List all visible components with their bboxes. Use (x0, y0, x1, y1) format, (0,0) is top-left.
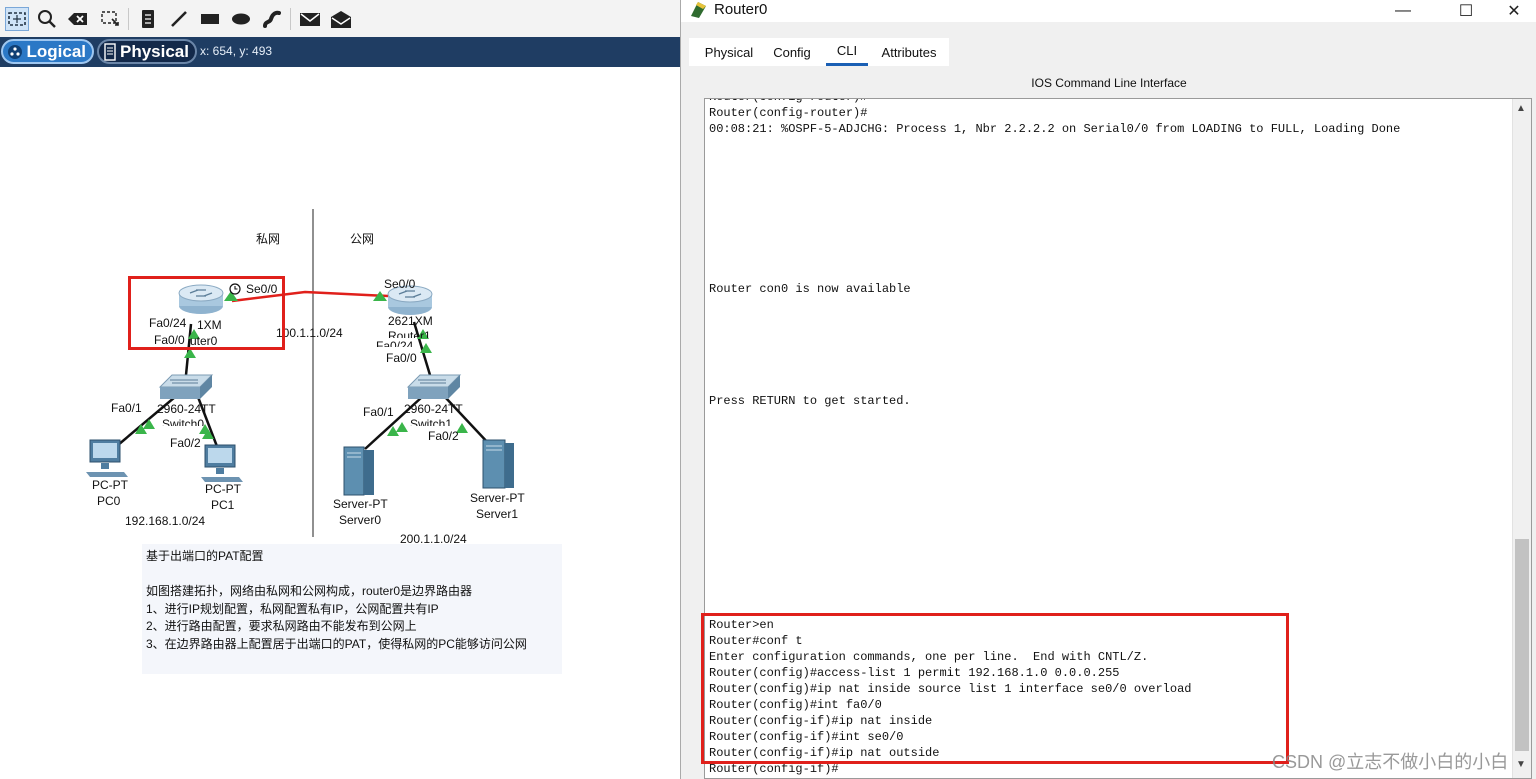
watermark: CSDN @立志不做小白的小白 (1272, 752, 1509, 772)
cli-line: Router(config-if)# (709, 762, 839, 776)
server1-type-label: Server-PT (470, 491, 525, 505)
router0-icon[interactable] (178, 284, 224, 314)
physical-label: Physical (120, 41, 189, 61)
tab-config[interactable]: Config (767, 38, 817, 66)
private-network-label: 私网 (256, 232, 281, 246)
server0-icon[interactable] (343, 446, 374, 496)
server1-icon[interactable] (482, 439, 514, 489)
logical-mode-button[interactable]: Logical (1, 39, 94, 64)
server0-name-label: Server0 (339, 513, 382, 527)
cli-line: 00:08:21: %OSPF-5-ADJCHG: Process 1, Nbr… (709, 122, 1401, 136)
public-network-label: 公网 (350, 232, 375, 246)
cli-line: Router(config-if)#ip nat outside (709, 746, 940, 760)
clock-icon (229, 283, 241, 295)
workspace-toolbar (0, 0, 680, 38)
switch1-fa2-label: Fa0/2 (428, 429, 459, 443)
ellipse-icon[interactable] (229, 7, 253, 31)
resize-icon[interactable] (98, 7, 122, 31)
note-icon[interactable] (136, 7, 160, 31)
scroll-down-icon[interactable]: ▼ (1516, 759, 1526, 770)
simple-pdu-icon[interactable] (298, 7, 322, 31)
logical-label: Logical (26, 41, 86, 61)
tab-cli[interactable]: CLI (826, 38, 868, 66)
switch0-fa2-label: Fa0/2 (170, 436, 201, 450)
router0-window: Router0 — ☐ ✕ Physical Config CLI Attrib… (680, 0, 1536, 779)
cli-line: Enter configuration commands, one per li… (709, 650, 1149, 664)
note-line: 如图搭建拓扑，网络由私网和公网构成，router0是边界路由器 (146, 583, 473, 598)
router0-name-label: uter0 (190, 334, 218, 348)
tab-attributes[interactable]: Attributes (873, 38, 945, 66)
cli-line: Router>en (709, 618, 774, 632)
cli-line: Router#conf t (709, 634, 803, 648)
switch1-name-label: Switch1 (410, 417, 453, 426)
wan-network-label: 100.1.1.0/24 (276, 326, 343, 340)
inspect-icon[interactable] (35, 7, 59, 31)
cli-line: Router(config)#ip nat inside source list… (709, 682, 1192, 696)
pc1-type-label: PC-PT (205, 482, 241, 496)
router0-model-label: 1XM (197, 318, 222, 332)
pc0-name-label: PC0 (97, 494, 121, 508)
close-button[interactable]: ✕ (1491, 0, 1536, 22)
switch1-icon[interactable] (406, 374, 462, 399)
pc0-icon[interactable] (86, 439, 128, 477)
router1-fa0-label: Fa0/0 (386, 351, 417, 365)
window-title: Router0 (714, 1, 768, 18)
server0-type-label: Server-PT (333, 497, 388, 511)
switch0-model-label: 2960-24TT (157, 402, 216, 416)
router0-se0-label: Se0/0 (246, 282, 278, 296)
window-titlebar[interactable]: Router0 — ☐ ✕ (681, 0, 1536, 22)
scrollbar-thumb[interactable] (1515, 539, 1529, 751)
cli-line: Router(config-router)# (709, 99, 867, 105)
cli-scrollbar[interactable]: ▲ ▼ (1512, 99, 1531, 778)
logical-icon (7, 43, 23, 61)
workspace-panel: Logical Physical x: 654, y: 493 私网 公网 Se… (0, 0, 680, 779)
switch1-model-label: 2960-24TT (404, 402, 463, 416)
router1-se0-label: Se0/0 (384, 277, 416, 291)
physical-icon (103, 42, 117, 61)
note-title: 基于出端口的PAT配置 (146, 549, 264, 563)
packet-tracer-app-icon (689, 0, 709, 23)
cli-line: Router(config-if)#int se0/0 (709, 730, 904, 744)
pc1-name-label: PC1 (211, 498, 235, 512)
maximize-button[interactable]: ☐ (1443, 0, 1489, 22)
cli-line: Router con0 is now available (709, 282, 911, 296)
switch0-name-label: Switch0 (162, 417, 205, 426)
scroll-up-icon[interactable]: ▲ (1516, 103, 1526, 114)
switch0-fa1-label: Fa0/1 (111, 401, 142, 415)
cli-line: Router(config-router)# (709, 106, 868, 120)
complex-pdu-icon[interactable] (329, 7, 353, 31)
minimize-button[interactable]: — (1380, 0, 1426, 22)
server1-name-label: Server1 (476, 507, 519, 521)
delete-icon[interactable] (66, 7, 90, 31)
cursor-coordinates: x: 654, y: 493 (200, 44, 273, 58)
router1-model-label: 2621XM (388, 314, 433, 328)
cli-terminal[interactable]: Router(config-router)# Router(config-rou… (704, 98, 1532, 779)
pc0-type-label: PC-PT (92, 478, 128, 492)
switch1-fa1-label: Fa0/1 (363, 405, 394, 419)
note-line: 3、在边界路由器上配置居于出端口的PAT，使得私网的PC能够访问公网 (146, 637, 527, 652)
freeform-icon[interactable] (260, 7, 284, 31)
line-icon[interactable] (167, 7, 191, 31)
tab-physical[interactable]: Physical (697, 38, 761, 66)
router1-name-label: Router1 (388, 329, 431, 338)
select-icon[interactable] (5, 7, 29, 31)
rectangle-icon[interactable] (198, 7, 222, 31)
cli-line: Router(config)#access-list 1 permit 192.… (709, 666, 1120, 680)
cli-line: Router(config)#int fa0/0 (709, 698, 882, 712)
lan0-network-label: 192.168.1.0/24 (125, 514, 206, 528)
cli-line: Router(config-if)#ip nat inside (709, 714, 933, 728)
cli-line: Press RETURN to get started. (709, 394, 911, 408)
task-note[interactable]: 基于出端口的PAT配置 如图搭建拓扑，网络由私网和公网构成，router0是边界… (142, 544, 562, 674)
switch0-icon[interactable] (158, 374, 214, 399)
router1-fa24-label: Fa0/24 (376, 339, 414, 347)
mode-bar: Logical Physical (0, 37, 680, 67)
router0-fa0-label: Fa0/0 (154, 333, 185, 347)
router0-fa24-label: Fa0/24 (149, 316, 187, 330)
pc1-icon[interactable] (201, 444, 243, 482)
note-line: 2、进行路由配置，要求私网路由不能发布到公网上 (146, 619, 417, 634)
cli-header: IOS Command Line Interface (1031, 76, 1187, 90)
physical-mode-button[interactable]: Physical (97, 39, 197, 64)
note-line: 1、进行IP规划配置，私网配置私有IP，公网配置共有IP (146, 601, 439, 616)
